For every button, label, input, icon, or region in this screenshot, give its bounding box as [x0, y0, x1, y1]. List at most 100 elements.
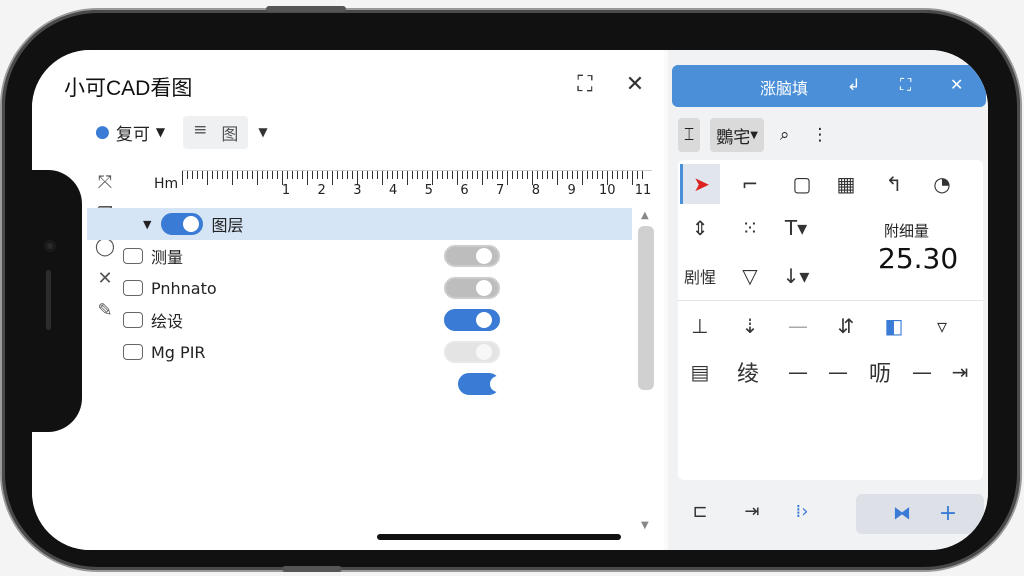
cell-label[interactable]: 剧惺 [680, 256, 720, 296]
dash-icon[interactable]: — [818, 352, 858, 392]
ruler-number: 2 [317, 183, 326, 198]
ruler-tick [577, 171, 578, 179]
valve-icon[interactable]: ⧓ [886, 500, 918, 528]
layer-toggle[interactable] [444, 277, 500, 299]
bracket-icon[interactable]: ⊏ [684, 498, 716, 526]
layer-row[interactable]: Pnhnato [87, 272, 632, 304]
search-icon[interactable]: ⌕ [774, 118, 796, 152]
layer-toggle[interactable] [444, 245, 500, 267]
measure-tool-icon[interactable]: ◔ [922, 164, 962, 204]
layer-row[interactable]: Mg PIR [87, 336, 632, 368]
copy-dropdown[interactable]: ● 复可 ▼ [87, 116, 173, 149]
hline-icon[interactable]: — [778, 306, 818, 346]
transform-icon[interactable]: ⇵ [826, 306, 866, 346]
rect-tool-icon[interactable]: ▢ [782, 164, 822, 204]
vertical-dim-icon[interactable]: ⇕ [680, 208, 720, 248]
home-indicator[interactable] [377, 534, 621, 540]
triangle-tool-icon[interactable]: ▽ [730, 256, 770, 296]
ruler-tick [362, 171, 363, 179]
ruler-tick [627, 171, 628, 179]
ruler-tick [537, 171, 538, 179]
scroll-up-icon[interactable]: ▲ [641, 210, 649, 221]
mirror-icon[interactable]: ◧ [874, 306, 914, 346]
document-icon[interactable]: ▤ [680, 352, 720, 392]
layer-row[interactable]: 测量 [87, 240, 632, 272]
ruler-tick [427, 171, 428, 179]
ruler-tick [492, 171, 493, 179]
scroll-down-icon[interactable]: ▼ [641, 520, 649, 531]
ruler-number: 5 [424, 183, 433, 198]
layer-row[interactable]: ▼ 图层 [87, 208, 632, 240]
ruler-tick [452, 171, 453, 179]
expand-icon[interactable]: ⛶ [900, 75, 911, 95]
layer-toggle[interactable] [444, 341, 500, 363]
funnel-icon[interactable]: ▿ [922, 306, 962, 346]
layer-label: Pnhnato [151, 278, 217, 298]
insert-point-icon[interactable]: ⇣ [730, 306, 770, 346]
close-icon[interactable]: ✕ [620, 70, 650, 100]
arrow-down-tool-icon[interactable]: ↓▾ [776, 256, 816, 296]
add-icon[interactable]: + [932, 500, 964, 528]
line-tool-icon[interactable]: ⌐ [730, 164, 770, 204]
copy-label: 复可 [115, 124, 150, 145]
expand-caret-icon[interactable]: ▼ [143, 218, 151, 231]
dotted-arrow-icon[interactable]: ⁞› [786, 498, 818, 526]
align-left-icon[interactable]: ⊥ [680, 306, 720, 346]
ruler-tick [332, 171, 333, 185]
layer-row[interactable]: 绘设 [87, 304, 632, 336]
panel-title: 涨脑填 [760, 79, 809, 98]
grid-icon[interactable]: 图 [221, 120, 238, 145]
list-icon[interactable]: ≡ [193, 120, 207, 145]
dash-icon[interactable]: — [902, 352, 942, 392]
ruler-number: 7 [496, 183, 505, 198]
ruler-tick [257, 171, 258, 185]
text-tool-icon[interactable]: T▾ [776, 208, 816, 248]
view-segment[interactable]: ≡ 图 [183, 115, 249, 149]
phone-frame: 小可CAD看图 ⛶ ✕ ● 复可 ▼ ≡ 图 ▼ ⤧ ❐ ◯ ✕ [2, 6, 1020, 572]
layer-toggle[interactable] [444, 309, 500, 331]
ruler-tick [462, 171, 463, 179]
ruler-tick [237, 171, 238, 179]
chevron-down-icon[interactable]: ▼ [258, 125, 267, 139]
ruler-tick [217, 171, 218, 179]
crosshair-icon[interactable]: ⤧ [90, 168, 120, 198]
ruler-tick [277, 171, 278, 179]
ruler-number: 11 [634, 183, 652, 198]
ruler-tick [497, 171, 498, 179]
return-icon[interactable]: ↲ [847, 75, 860, 94]
ruler-tick [502, 171, 503, 179]
ruler-tick [327, 171, 328, 179]
ruler-tick [597, 171, 598, 179]
ruler-tick [232, 171, 233, 185]
ruler-tick [322, 171, 323, 179]
format-icon[interactable]: ⌶ [678, 118, 701, 152]
maximize-icon[interactable]: ⛶ [570, 70, 600, 100]
rotate-tool-icon[interactable]: ↰ [874, 164, 914, 204]
ruler-tick [447, 171, 448, 179]
arrow-right-bar-icon[interactable]: ⇥ [940, 352, 980, 392]
ruler-tick [382, 171, 383, 185]
ruler-tick [397, 171, 398, 179]
close-icon[interactable]: ✕ [950, 75, 963, 94]
ruler-tick [227, 171, 228, 179]
select-tool-icon[interactable]: ➤ [680, 164, 720, 204]
scroll-thumb[interactable] [638, 226, 654, 390]
arrow-bar-icon[interactable]: ⇥ [736, 498, 768, 526]
ruler-tick [517, 171, 518, 179]
table-tool-icon[interactable]: ▦ [826, 164, 866, 204]
layer-row[interactable] [87, 368, 632, 400]
point-grid-icon[interactable]: ⁙ [730, 208, 770, 248]
ruler-tick [272, 171, 273, 179]
tab-search[interactable]: 鸚宅 ▼ [710, 118, 764, 152]
layer-toggle[interactable] [161, 213, 204, 235]
ruler-tick [477, 171, 478, 179]
layer-toggle[interactable] [458, 373, 506, 395]
cell-text-2[interactable]: 绫 [728, 352, 768, 392]
more-icon[interactable]: ⋮ [805, 118, 834, 152]
dash-icon[interactable]: — [778, 352, 818, 392]
ruler-tick [552, 171, 553, 179]
ruler-tick [612, 171, 613, 179]
ruler-tick [567, 171, 568, 179]
cell-text-3[interactable]: 呖 [860, 352, 900, 392]
ruler-tick [312, 171, 313, 179]
